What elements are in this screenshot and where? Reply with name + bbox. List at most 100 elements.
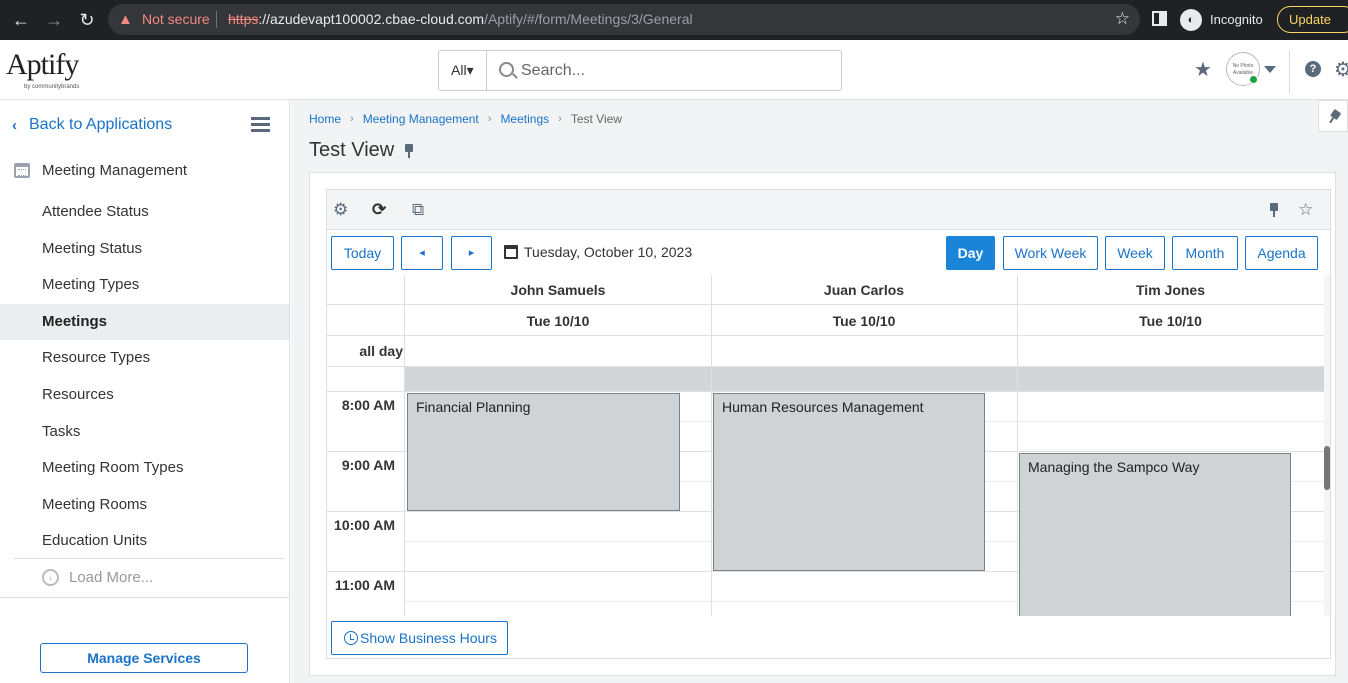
- time-label: 9:00 AM: [341, 457, 395, 473]
- search-scope-dropdown[interactable]: All▾: [439, 51, 487, 90]
- online-status-dot: [1249, 75, 1258, 84]
- event-managing-the-sampco-way[interactable]: Managing the Sampco Way: [1019, 453, 1291, 616]
- search-icon: [499, 62, 514, 77]
- view-day-button[interactable]: Day: [946, 236, 995, 270]
- browser-toolbar: ← → ↻ ▲ Not secure https://azudevapt1000…: [0, 0, 1348, 40]
- resource-header: Juan Carlos: [711, 275, 1017, 305]
- clock-icon: [344, 631, 358, 645]
- incognito-label: Incognito: [1210, 12, 1263, 27]
- sidebar-item-attendee-status[interactable]: Attendee Status: [0, 194, 289, 231]
- update-button[interactable]: Update: [1277, 6, 1348, 33]
- grid-line: [711, 275, 712, 616]
- header-spacer: [327, 275, 405, 305]
- prev-button[interactable]: ◂: [401, 236, 443, 270]
- grid-line: [404, 275, 405, 616]
- search-input[interactable]: [521, 60, 821, 82]
- sidebar-item-resource-types[interactable]: Resource Types: [0, 340, 289, 377]
- sidebar-item-meeting-rooms[interactable]: Meeting Rooms: [0, 487, 289, 524]
- app-header: Aptify by communitybrands All▾ ★ No Phot…: [0, 40, 1348, 100]
- resource-header: Tim Jones: [1017, 275, 1324, 305]
- sidebar-item-tasks[interactable]: Tasks: [0, 414, 289, 451]
- widget-toolbar: ⚙ ⟳ ⧉ ☆: [327, 190, 1330, 230]
- calendar-icon: [504, 245, 518, 259]
- pin-icon: [1326, 108, 1342, 125]
- date-header: Tue 10/10: [1017, 306, 1324, 336]
- sidebar-divider: [14, 558, 284, 559]
- gear-icon[interactable]: ⚙: [333, 200, 348, 220]
- back-arrow-icon[interactable]: ←: [9, 8, 33, 32]
- sidebar-item-education-units[interactable]: Education Units: [0, 523, 289, 560]
- sidebar: ‹ Back to Applications Meeting Managemen…: [0, 100, 290, 683]
- sidebar-item-resources[interactable]: Resources: [0, 377, 289, 414]
- aptify-logo[interactable]: Aptify by communitybrands: [6, 48, 96, 94]
- bookmark-star-icon[interactable]: ☆: [1115, 9, 1130, 29]
- global-search: All▾: [438, 50, 842, 91]
- gear-icon[interactable]: ⚙: [1334, 57, 1348, 82]
- event-human-resources-management[interactable]: Human Resources Management: [713, 393, 985, 571]
- all-day-label: all day: [359, 343, 403, 359]
- user-avatar[interactable]: No Photo Available: [1226, 52, 1260, 86]
- scheduler-grid: John Samuels Juan Carlos Tim Jones Tue 1…: [327, 275, 1324, 616]
- load-more-button[interactable]: ↓ Load More...: [42, 569, 153, 586]
- refresh-icon[interactable]: ⟳: [372, 200, 386, 220]
- next-button[interactable]: ▸: [451, 236, 492, 270]
- hamburger-menu-icon[interactable]: [251, 117, 270, 133]
- chevron-right-icon: ›: [487, 113, 492, 125]
- sidebar-item-meeting-types[interactable]: Meeting Types: [0, 267, 289, 304]
- view-agenda-button[interactable]: Agenda: [1245, 236, 1318, 270]
- back-to-applications-link[interactable]: ‹ Back to Applications: [12, 116, 172, 134]
- forward-arrow-icon[interactable]: →: [42, 8, 66, 32]
- scrollbar-thumb[interactable]: [1324, 446, 1330, 490]
- non-business-hours-band: [405, 367, 1324, 391]
- sidebar-item-meetings[interactable]: Meetings: [0, 303, 289, 341]
- download-circle-icon: ↓: [42, 569, 59, 586]
- star-icon[interactable]: ☆: [1298, 200, 1313, 220]
- today-button[interactable]: Today: [331, 236, 394, 270]
- chevron-right-icon: ›: [350, 113, 354, 125]
- chevron-right-icon: ›: [558, 113, 562, 125]
- sidebar-item-meeting-status[interactable]: Meeting Status: [0, 231, 289, 268]
- manage-services-button[interactable]: Manage Services: [40, 643, 248, 673]
- breadcrumb-home[interactable]: Home: [309, 112, 341, 126]
- incognito-indicator[interactable]: ◐ Incognito: [1180, 6, 1263, 33]
- warning-icon: ▲: [118, 11, 133, 28]
- address-bar[interactable]: ▲ Not secure https://azudevapt100002.cba…: [108, 4, 1140, 35]
- pin-icon[interactable]: [1269, 203, 1279, 217]
- time-label: 11:00 AM: [334, 577, 395, 593]
- header-spacer: [327, 306, 405, 336]
- page-title: Test View: [309, 139, 414, 162]
- view-week-button[interactable]: Week: [1105, 236, 1165, 270]
- copy-icon[interactable]: ⧉: [412, 200, 424, 220]
- breadcrumb-current: Test View: [570, 112, 622, 126]
- help-icon[interactable]: ?: [1305, 61, 1321, 77]
- breadcrumb-meetings[interactable]: Meetings: [500, 112, 549, 126]
- favorites-star-icon[interactable]: ★: [1194, 57, 1212, 82]
- pin-panel-button[interactable]: [1318, 100, 1348, 132]
- show-business-hours-button[interactable]: Show Business Hours: [331, 621, 508, 655]
- sidebar-nav: Attendee Status Meeting Status Meeting T…: [0, 194, 289, 560]
- reload-icon[interactable]: ↻: [75, 8, 99, 32]
- pin-icon[interactable]: [404, 143, 414, 158]
- not-secure-label[interactable]: Not secure: [142, 11, 210, 27]
- header-divider: [1289, 50, 1290, 94]
- date-header: Tue 10/10: [711, 306, 1017, 336]
- view-month-button[interactable]: Month: [1172, 236, 1238, 270]
- sidebar-item-meeting-room-types[interactable]: Meeting Room Types: [0, 450, 289, 487]
- grid-line: [327, 391, 1324, 392]
- event-financial-planning[interactable]: Financial Planning: [407, 393, 680, 511]
- view-card: ⚙ ⟳ ⧉ ☆ Today ◂ ▸ Tuesday, October 10, 2…: [309, 172, 1336, 676]
- calendar-navigation: Today ◂ ▸ Tuesday, October 10, 2023 Day …: [327, 231, 1330, 275]
- main-content: Home › Meeting Management › Meetings › T…: [291, 100, 1348, 683]
- view-work-week-button[interactable]: Work Week: [1003, 236, 1098, 270]
- tab-search-icon[interactable]: [1152, 11, 1167, 26]
- chevron-left-icon: ‹: [12, 116, 17, 134]
- breadcrumb-meeting-management[interactable]: Meeting Management: [363, 112, 479, 126]
- resource-header: John Samuels: [405, 275, 711, 305]
- url-text[interactable]: https://azudevapt100002.cbae-cloud.com/A…: [228, 11, 693, 27]
- time-label: 8:00 AM: [341, 397, 395, 413]
- chevron-down-icon[interactable]: [1264, 66, 1276, 73]
- date-picker[interactable]: Tuesday, October 10, 2023: [504, 244, 692, 260]
- sidebar-divider: [0, 597, 289, 598]
- grid-line: [1017, 275, 1018, 616]
- date-header: Tue 10/10: [405, 306, 711, 336]
